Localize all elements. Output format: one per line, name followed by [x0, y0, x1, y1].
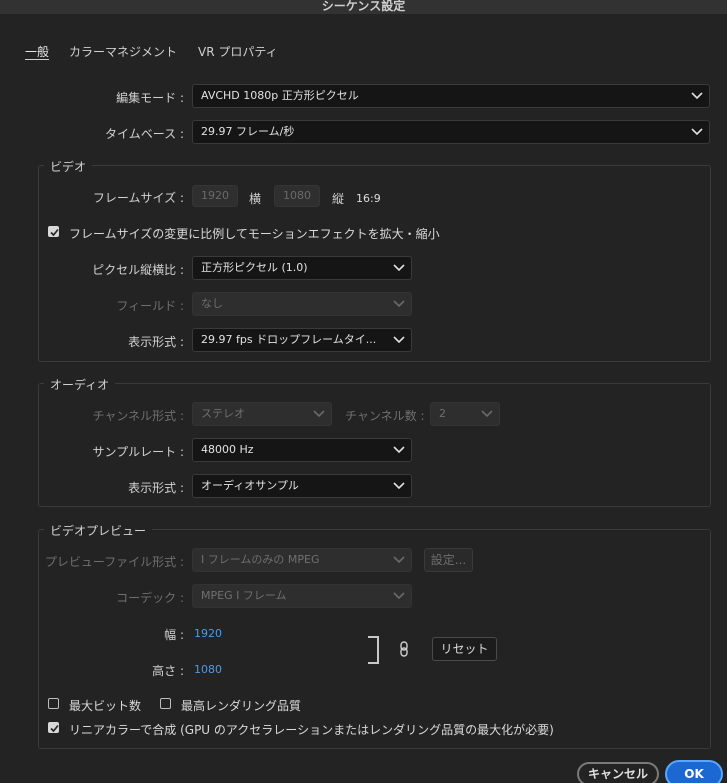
- frame-width-field: 1920: [192, 185, 238, 207]
- edit-mode-value: AVCHD 1080p 正方形ピクセル: [201, 89, 359, 102]
- audio-display-format-label: 表示形式 :: [128, 481, 184, 495]
- channel-count-label: チャンネル数 :: [345, 409, 425, 423]
- audio-display-format-dropdown[interactable]: オーディオサンプル: [192, 474, 412, 498]
- scale-motion-checkbox[interactable]: [48, 226, 59, 237]
- active-tab-underline: [25, 59, 49, 60]
- window-title-bar: シーケンス設定: [0, 0, 727, 14]
- chevron-down-icon: [691, 127, 703, 137]
- timebase-value: 29.97 フレーム/秒: [201, 125, 295, 138]
- video-display-format-value: 29.97 fps ドロップフレームタイ...: [201, 333, 377, 346]
- reset-button[interactable]: リセット: [432, 637, 497, 661]
- codec-value: MPEG I フレーム: [201, 589, 287, 602]
- max-render-quality-label: 最高レンダリング品質: [181, 699, 302, 713]
- window-title: シーケンス設定: [321, 0, 406, 13]
- preview-width-value[interactable]: 1920: [194, 627, 222, 640]
- chevron-down-icon: [481, 409, 493, 419]
- channel-count-value: 2: [439, 407, 446, 420]
- max-bit-depth-label: 最大ビット数: [69, 699, 142, 713]
- link-chain-icon[interactable]: [398, 641, 410, 657]
- channel-format-value: ステレオ: [201, 407, 245, 420]
- link-bracket: [368, 636, 379, 664]
- timebase-label: タイムベース :: [104, 127, 184, 141]
- chevron-down-icon: [393, 591, 405, 601]
- max-bit-depth-checkbox[interactable]: [48, 698, 59, 709]
- tab-general[interactable]: 一般: [25, 43, 49, 60]
- preview-height-value[interactable]: 1080: [194, 663, 222, 676]
- tab-general-label: 一般: [25, 45, 50, 59]
- chevron-down-icon: [313, 409, 325, 419]
- tab-color-management-label: カラーマネジメント: [69, 45, 178, 59]
- channel-count-dropdown: 2: [430, 402, 500, 426]
- max-render-quality-checkbox[interactable]: [160, 698, 171, 709]
- ok-button[interactable]: OK: [665, 760, 723, 783]
- frame-height-unit: 縦: [332, 192, 345, 206]
- checkmark-icon: [50, 724, 59, 733]
- checkmark-icon: [50, 228, 59, 237]
- video-preview-group-title: ビデオプレビュー: [44, 522, 153, 539]
- chevron-down-icon: [691, 91, 703, 101]
- chevron-down-icon: [393, 263, 405, 273]
- codec-dropdown: MPEG I フレーム: [192, 584, 412, 608]
- fields-label: フィールド :: [116, 299, 184, 313]
- tab-vr-properties[interactable]: VR プロパティ: [198, 43, 278, 60]
- timebase-dropdown[interactable]: 29.97 フレーム/秒: [192, 120, 710, 144]
- sample-rate-value: 48000 Hz: [201, 443, 254, 456]
- chevron-down-icon: [393, 445, 405, 455]
- pixel-aspect-dropdown[interactable]: 正方形ピクセル (1.0): [192, 256, 412, 280]
- chevron-down-icon: [393, 335, 405, 345]
- chevron-down-icon: [393, 555, 405, 565]
- channel-format-dropdown: ステレオ: [192, 402, 332, 426]
- fields-dropdown: なし: [192, 292, 412, 316]
- preview-settings-button: 設定...: [424, 548, 473, 572]
- linear-color-checkbox[interactable]: [48, 722, 59, 733]
- channel-format-label: チャンネル形式 :: [92, 409, 185, 423]
- preview-file-format-dropdown: I フレームのみの MPEG: [192, 548, 412, 572]
- cancel-button[interactable]: キャンセル: [577, 762, 659, 783]
- frame-width-unit: 横: [249, 192, 262, 206]
- preview-file-format-value: I フレームのみの MPEG: [201, 553, 320, 566]
- linear-color-label: リニアカラーで合成 (GPU のアクセラレーションまたはレンダリング品質の最大化…: [69, 723, 554, 737]
- scale-motion-label: フレームサイズの変更に比例してモーションエフェクトを拡大・縮小: [69, 227, 440, 241]
- edit-mode-dropdown[interactable]: AVCHD 1080p 正方形ピクセル: [192, 84, 710, 108]
- preview-height-label: 高さ :: [152, 664, 184, 678]
- fields-value: なし: [201, 297, 223, 310]
- chevron-down-icon: [393, 481, 405, 491]
- preview-width-label: 幅 :: [164, 628, 184, 642]
- pixel-aspect-label: ピクセル縦横比 :: [92, 263, 184, 277]
- audio-display-format-value: オーディオサンプル: [201, 479, 299, 492]
- sample-rate-dropdown[interactable]: 48000 Hz: [192, 438, 412, 462]
- video-display-format-label: 表示形式 :: [128, 335, 184, 349]
- video-display-format-dropdown[interactable]: 29.97 fps ドロップフレームタイ...: [192, 328, 412, 352]
- frame-size-label: フレームサイズ :: [92, 191, 184, 205]
- chevron-down-icon: [393, 299, 405, 309]
- sample-rate-label: サンプルレート :: [92, 445, 185, 459]
- audio-group-title: オーディオ: [44, 376, 116, 393]
- codec-label: コーデック :: [116, 591, 184, 605]
- video-group-title: ビデオ: [44, 158, 93, 175]
- pixel-aspect-value: 正方形ピクセル (1.0): [201, 261, 308, 274]
- frame-height-field: 1080: [274, 185, 320, 207]
- edit-mode-label: 編集モード :: [116, 91, 184, 105]
- tab-vr-properties-label: VR プロパティ: [198, 45, 278, 59]
- preview-file-format-label: プレビューファイル形式 :: [44, 555, 184, 569]
- aspect-ratio-value: 16:9: [356, 192, 381, 205]
- tab-color-management[interactable]: カラーマネジメント: [69, 43, 177, 60]
